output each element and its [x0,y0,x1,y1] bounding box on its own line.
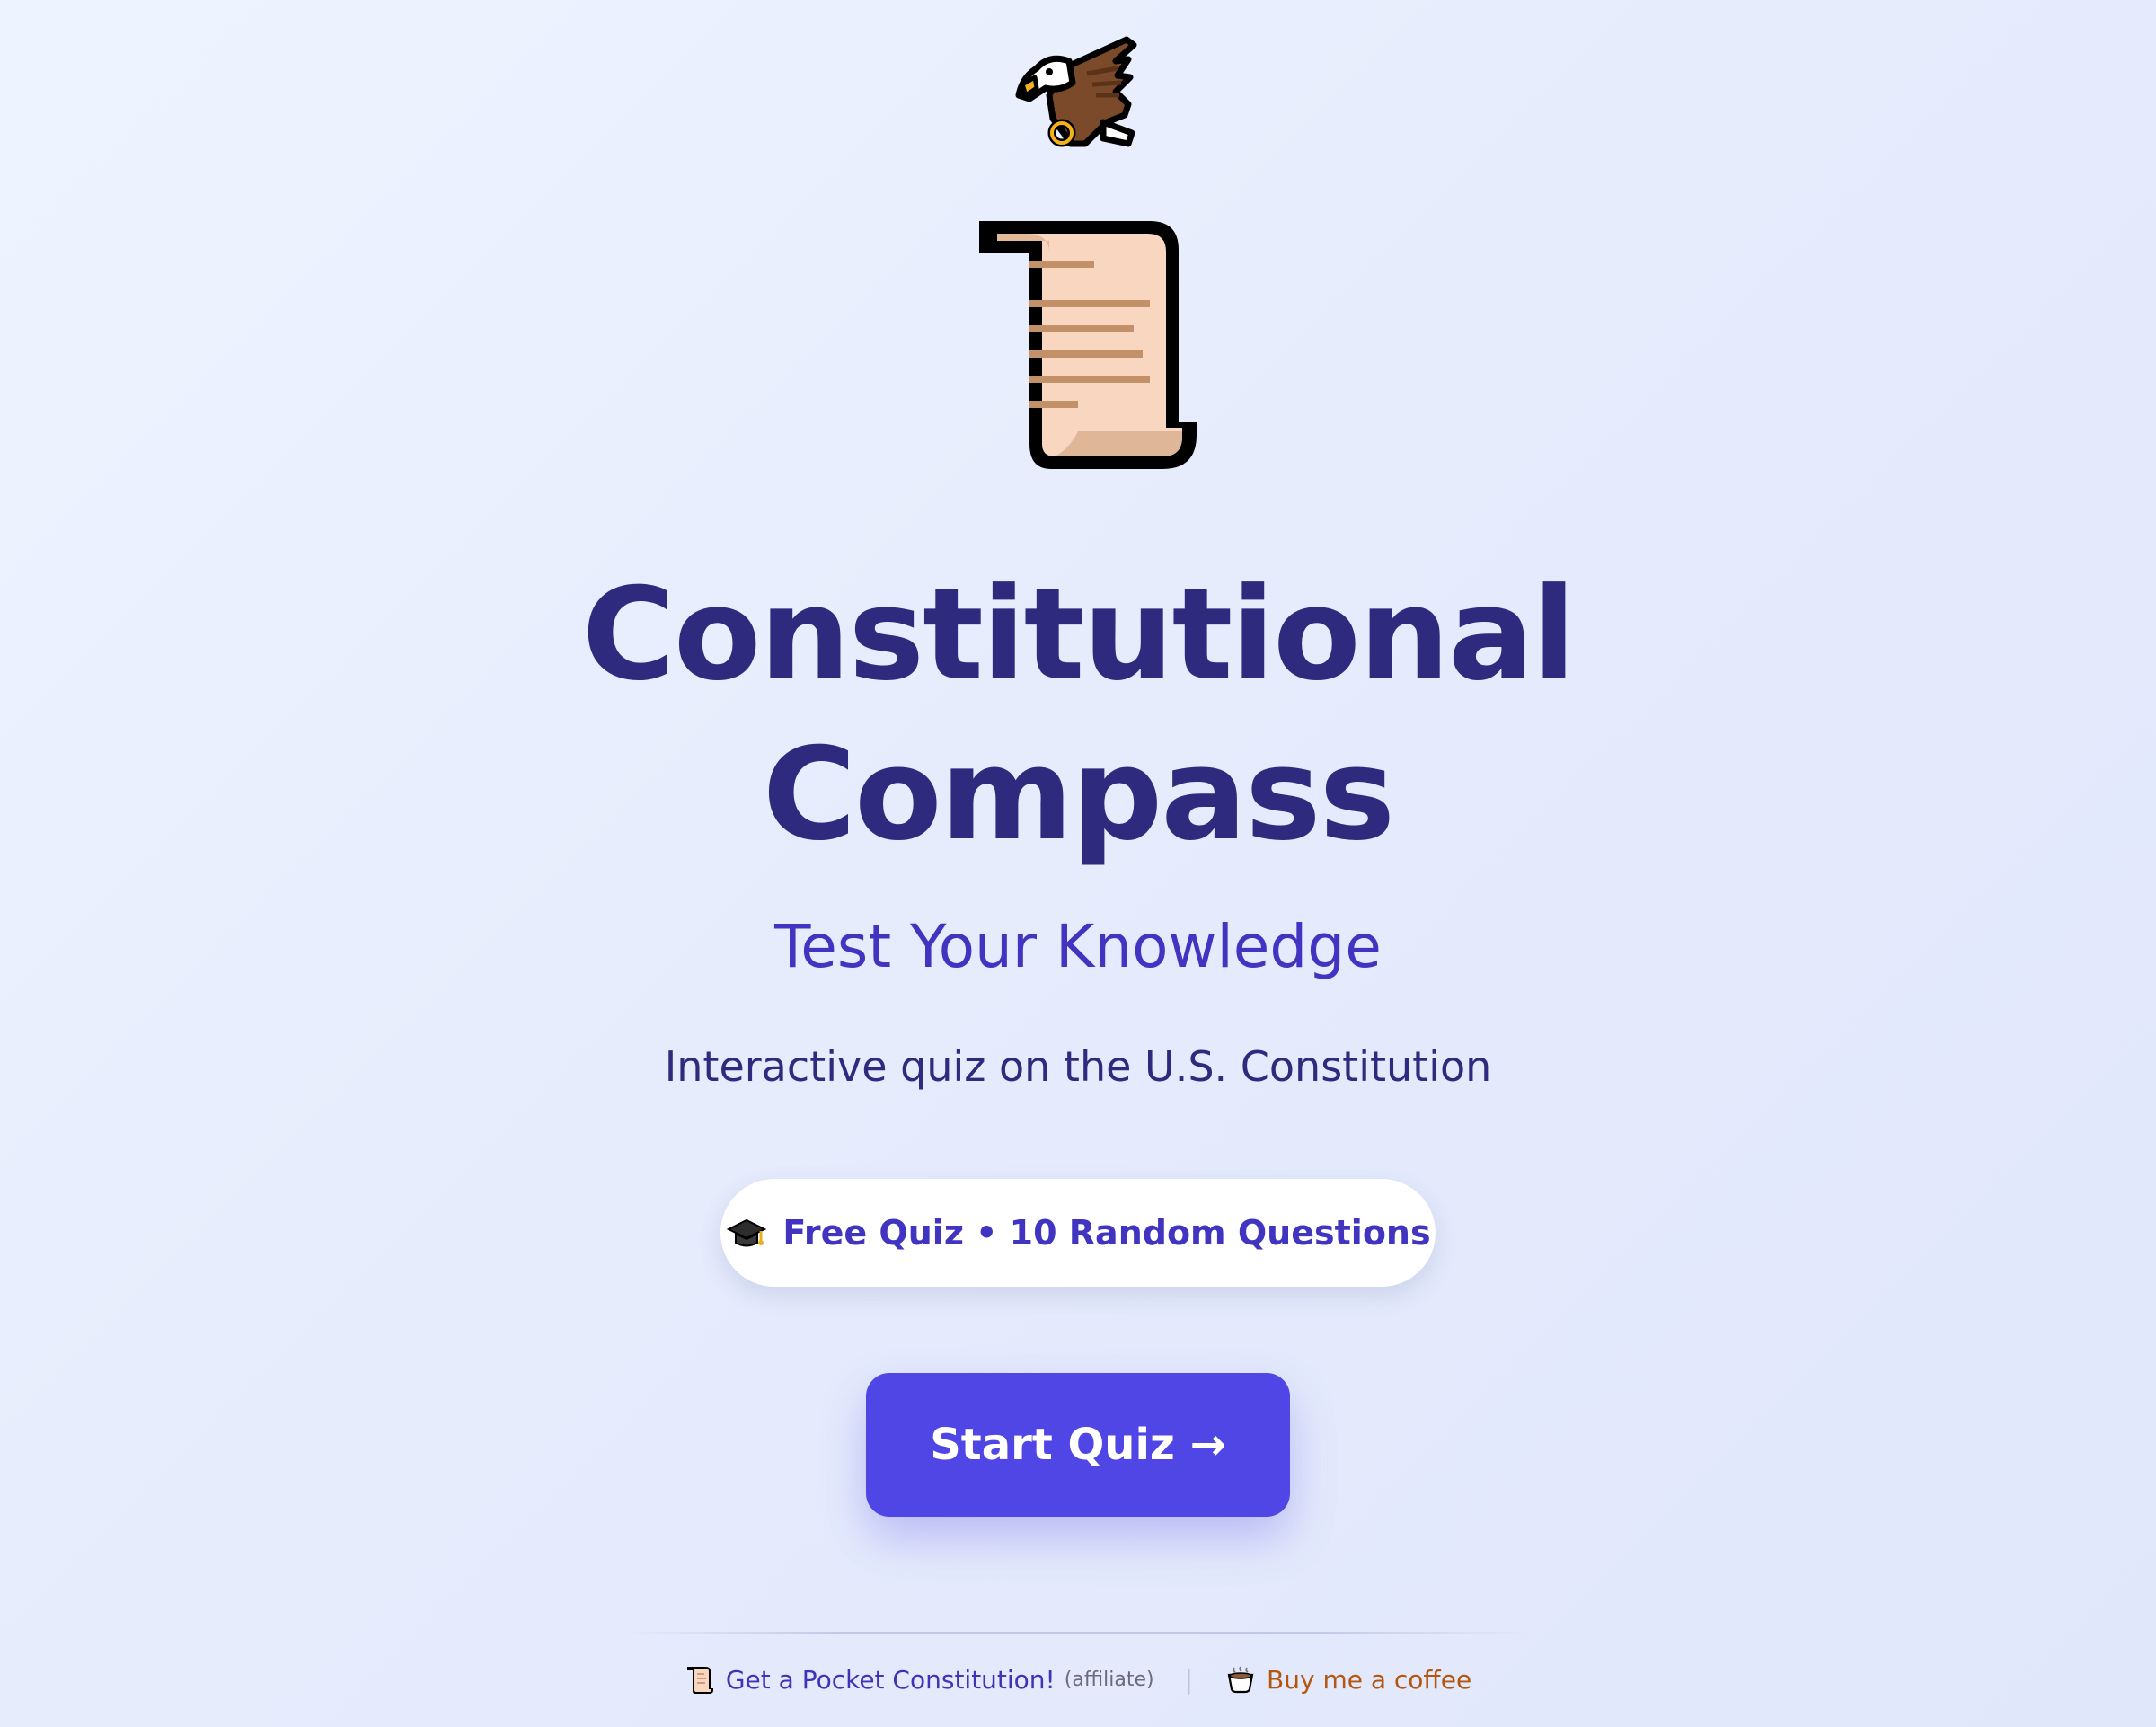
title-line-2: Compass [762,721,1395,869]
footer-divider [625,1632,1531,1634]
quiz-info-label: Free Quiz • 10 Random Questions [782,1213,1431,1253]
scroll-icon [686,1667,713,1694]
eagle-icon [1015,36,1137,147]
scroll-icon [979,221,1197,469]
pocket-constitution-label: Get a Pocket Constitution! [725,1664,1056,1695]
buy-coffee-label: Buy me a coffee [1267,1664,1472,1695]
page-tagline: Interactive quiz on the U.S. Constitutio… [664,1042,1492,1091]
page-title: Constitutional Compass [0,555,2156,875]
coffee-cup-icon [1227,1666,1254,1694]
landing-page: Constitutional Compass Test Your Knowled… [0,0,2156,1727]
buy-coffee-link[interactable]: Buy me a coffee [1225,1664,1471,1695]
page-subtitle: Test Your Knowledge [774,912,1382,981]
affiliate-note: (affiliate) [1064,1668,1154,1691]
start-quiz-button[interactable]: Start Quiz → [866,1373,1290,1517]
graduation-cap-icon [727,1218,767,1247]
title-line-1: Constitutional [581,561,1577,709]
pocket-constitution-link[interactable]: Get a Pocket Constitution! (affiliate) [685,1664,1154,1695]
footer: Get a Pocket Constitution! (affiliate) |… [0,1661,2156,1698]
quiz-info-badge: Free Quiz • 10 Random Questions [720,1179,1436,1287]
footer-separator: | [1184,1664,1194,1695]
